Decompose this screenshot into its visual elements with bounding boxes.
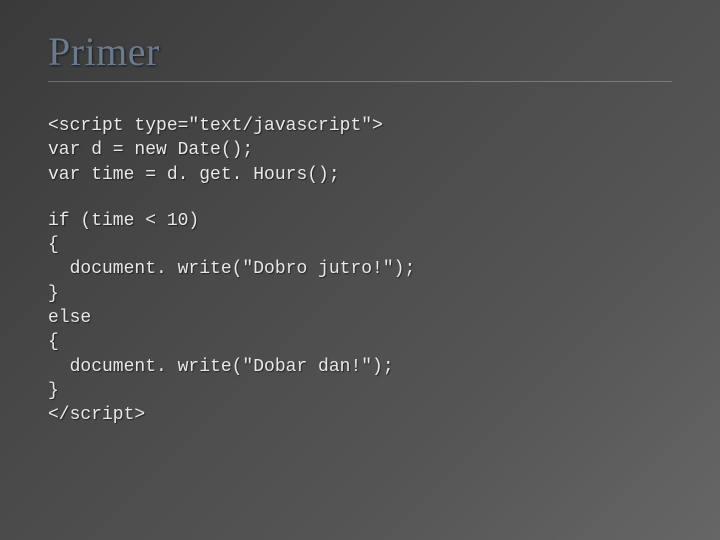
code-block-1: <script type="text/javascript"> var d = … <box>48 114 672 187</box>
code-line: if (time < 10) <box>48 211 199 231</box>
code-block-2: if (time < 10) { document. write("Dobro … <box>48 209 672 428</box>
code-line: } <box>48 284 59 304</box>
code-line: else <box>48 308 91 328</box>
title-divider <box>48 81 672 82</box>
code-line: var d = new Date(); <box>48 140 253 160</box>
code-line: document. write("Dobro jutro!"); <box>48 259 415 279</box>
slide-title: Primer <box>48 28 672 75</box>
code-line: } <box>48 381 59 401</box>
code-line: var time = d. get. Hours(); <box>48 165 340 185</box>
code-line: { <box>48 235 59 255</box>
code-line: document. write("Dobar dan!"); <box>48 357 394 377</box>
code-line: <script type="text/javascript"> <box>48 116 383 136</box>
slide: Primer <script type="text/javascript"> v… <box>0 0 720 540</box>
code-line: { <box>48 332 59 352</box>
code-line: </script> <box>48 405 145 425</box>
